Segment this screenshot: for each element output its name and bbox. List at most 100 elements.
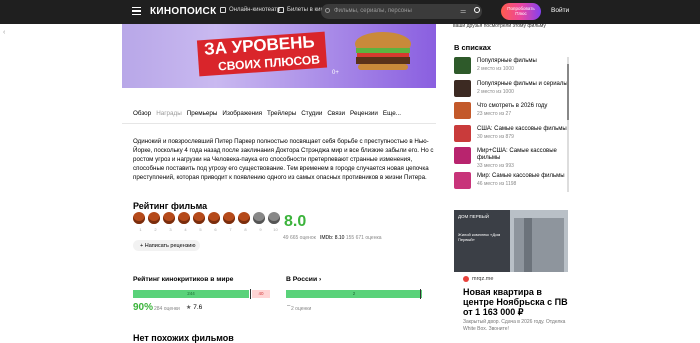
nav-online-cinema-label: Онлайн-кинотеатр bbox=[229, 7, 281, 13]
list-thumbnail bbox=[454, 57, 471, 74]
nav-online-cinema[interactable]: Онлайн-кинотеатр bbox=[220, 7, 280, 13]
rating-number: 9 bbox=[259, 227, 262, 232]
ticket-icon bbox=[278, 7, 284, 13]
brand-icon bbox=[463, 276, 469, 282]
imdb-votes: 155 671 оценка bbox=[345, 235, 382, 241]
tab-overview[interactable]: Обзор bbox=[133, 110, 151, 117]
imdb-score: IMDb: 8.10 bbox=[320, 235, 345, 241]
rating-number: 8 bbox=[244, 227, 247, 232]
list-item-position: 23 место из 27 bbox=[477, 111, 512, 117]
nav-tickets[interactable]: Билеты в кино bbox=[278, 7, 327, 13]
lists-title: В списках bbox=[454, 43, 492, 52]
list-thumbnail bbox=[454, 102, 471, 119]
list-item-title: США: Самые кассовые фильмы bbox=[477, 126, 567, 132]
list-item[interactable]: США: Самые кассовые фильмы 30 место из 8… bbox=[454, 125, 569, 145]
rate-7-button[interactable] bbox=[223, 212, 235, 224]
list-item[interactable]: Популярные фильмы 2 место из 1000 bbox=[454, 57, 569, 77]
rate-4-button[interactable] bbox=[178, 212, 190, 224]
rate-2-button[interactable] bbox=[148, 212, 160, 224]
chevron-right-icon: › bbox=[319, 276, 322, 283]
tv-icon bbox=[220, 7, 226, 13]
rating-number: 6 bbox=[214, 227, 217, 232]
rate-3-button[interactable] bbox=[163, 212, 175, 224]
left-marker: ‹ bbox=[3, 29, 6, 36]
rating-number: 7 bbox=[229, 227, 232, 232]
imdb-rating: IMDb: 8.10 155 671 оценка bbox=[320, 235, 382, 241]
list-item-position: 33 место из 993 bbox=[477, 163, 514, 169]
plus-icon: + bbox=[140, 243, 144, 249]
russia-rating-label: В России bbox=[286, 276, 318, 283]
lists-scrollbar-thumb[interactable] bbox=[567, 64, 569, 120]
list-item[interactable]: Мир: Самые кассовые фильмы 46 место из 1… bbox=[454, 172, 569, 192]
rate-5-button[interactable] bbox=[193, 212, 205, 224]
list-thumbnail bbox=[454, 80, 471, 97]
similar-movies-title: Нет похожих фильмов bbox=[133, 333, 234, 343]
list-thumbnail bbox=[454, 172, 471, 189]
russia-count: 2 оценки bbox=[291, 306, 312, 312]
age-rating: 0+ bbox=[332, 70, 339, 76]
menu-icon[interactable] bbox=[132, 7, 141, 15]
russia-rating-title[interactable]: В России › bbox=[286, 276, 321, 283]
tab-awards[interactable]: Награды bbox=[156, 110, 182, 117]
critics-count: 284 оценки bbox=[154, 306, 180, 312]
russia-rating-bar: 2 bbox=[286, 289, 422, 299]
ad-banner[interactable]: ЗА УРОВЕНЬ СВОИХ ПЛЮСОВ 0+ bbox=[122, 24, 436, 88]
star-icon: ★ bbox=[186, 305, 192, 311]
rating-votes: 49 665 оценок bbox=[283, 235, 316, 241]
top-header: КИНОПОИСК Онлайн-кинотеатр Билеты в кино… bbox=[0, 0, 700, 24]
tab-reviews[interactable]: Рецензии bbox=[350, 110, 378, 117]
ad-logo: ДОМ ПЕРВЫЙ bbox=[458, 214, 490, 219]
critics-rating-bar: 244 40 bbox=[133, 289, 270, 299]
filter-icon[interactable]: ⚌ bbox=[460, 8, 466, 15]
ad-brand-label: mrqz.me bbox=[472, 276, 494, 282]
critics-negative-bar: 40 bbox=[252, 290, 270, 298]
rate-8-button[interactable] bbox=[238, 212, 250, 224]
logo[interactable]: КИНОПОИСК bbox=[150, 6, 216, 17]
rate-9-button[interactable] bbox=[253, 212, 265, 224]
critics-positive-bar: 244 bbox=[133, 290, 249, 298]
search-submit-icon[interactable] bbox=[474, 7, 480, 13]
tab-premieres[interactable]: Премьеры bbox=[187, 110, 218, 117]
search-input[interactable]: Фильмы, сериалы, персоны ⚌ bbox=[321, 4, 482, 19]
critics-bar-divider bbox=[250, 289, 251, 299]
critics-rating-title[interactable]: Рейтинг кинокритиков в мире bbox=[133, 276, 233, 283]
rating-number: 10 bbox=[273, 227, 278, 232]
critics-average: ★ 7.6 bbox=[186, 304, 202, 311]
rating-score: 8.0 bbox=[284, 213, 307, 230]
ad-title[interactable]: Новая квартира в центре Ноябрьска с ПВ о… bbox=[463, 287, 573, 317]
list-thumbnail bbox=[454, 125, 471, 142]
login-link[interactable]: Войти bbox=[551, 7, 569, 14]
movie-description: Одинокий и повзрослевший Питер Паркер по… bbox=[133, 138, 434, 181]
tab-more[interactable]: Еще... bbox=[383, 110, 401, 117]
russia-percent: – bbox=[287, 303, 291, 309]
list-item[interactable]: Что смотреть в 2026 году 23 место из 27 bbox=[454, 102, 569, 122]
try-plus-button[interactable]: Попробовать Плюс bbox=[501, 3, 541, 20]
rate-1-button[interactable] bbox=[133, 212, 145, 224]
tab-connections[interactable]: Связи bbox=[327, 110, 345, 117]
tab-trailers[interactable]: Трейлеры bbox=[267, 110, 296, 117]
list-item-title: Популярные фильмы и сериалы bbox=[477, 81, 568, 87]
ad-brand[interactable]: mrqz.me bbox=[463, 276, 493, 282]
list-item[interactable]: Мир+США: Самые кассовые фильмы 33 место … bbox=[454, 147, 569, 169]
write-review-button[interactable]: + Написать рецензию bbox=[133, 240, 200, 251]
building-image bbox=[514, 218, 564, 272]
write-review-label: Написать рецензию bbox=[144, 243, 196, 249]
tab-studios[interactable]: Студии bbox=[301, 110, 322, 117]
ad-description: Закрытый двор. Сдача в 2026 году. Отделк… bbox=[463, 319, 566, 332]
list-item[interactable]: Популярные фильмы и сериалы 2 место из 1… bbox=[454, 80, 569, 100]
critics-average-value: 7.6 bbox=[193, 304, 203, 311]
rating-number: 5 bbox=[199, 227, 202, 232]
list-item-title: Популярные фильмы bbox=[477, 58, 537, 64]
rating-number: 2 bbox=[154, 227, 157, 232]
tab-images[interactable]: Изображения bbox=[222, 110, 262, 117]
movie-tabs: Обзор Награды Премьеры Изображения Трейл… bbox=[133, 110, 401, 117]
sidebar-ad-image[interactable]: ДОМ ПЕРВЫЙ Жилой комплекс «Дом Первый» bbox=[454, 210, 568, 272]
rate-10-button[interactable] bbox=[268, 212, 280, 224]
rating-numbers: 1 2 3 4 5 6 7 8 9 10 bbox=[133, 227, 283, 232]
rate-6-button[interactable] bbox=[208, 212, 220, 224]
list-item-title: Мир: Самые кассовые фильмы bbox=[477, 173, 565, 179]
rating-number: 1 bbox=[139, 227, 142, 232]
burger-image bbox=[355, 32, 411, 70]
list-item-position: 2 место из 1000 bbox=[477, 66, 514, 72]
rating-number: 4 bbox=[184, 227, 187, 232]
